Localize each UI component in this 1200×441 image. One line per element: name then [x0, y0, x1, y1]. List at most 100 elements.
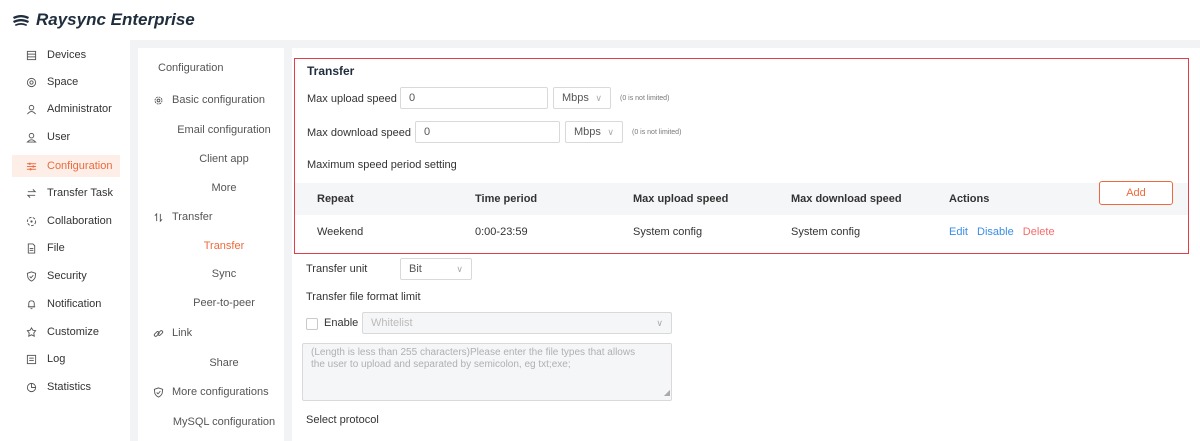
- max-upload-label: Max upload speed: [307, 93, 397, 105]
- sidebar-item-label: Collaboration: [47, 215, 112, 227]
- sidebar-item-notification[interactable]: Notification: [12, 293, 120, 315]
- select-value: Mbps: [574, 126, 601, 138]
- sidebar-item-label: Log: [47, 353, 66, 365]
- sidebar-item-label: Devices: [47, 49, 87, 61]
- max-download-hint: (0 is not limited): [632, 129, 682, 136]
- subnav-item-more[interactable]: More: [138, 177, 284, 199]
- cell-actions: Edit Disable Delete: [949, 226, 1055, 238]
- more-config-icon: [153, 386, 164, 398]
- customize-icon: [26, 326, 37, 337]
- sidebar-item-label: Customize: [47, 326, 99, 338]
- disable-link[interactable]: Disable: [977, 226, 1014, 238]
- subnav-header: Configuration: [158, 62, 224, 74]
- app-title: Raysync Enterprise: [36, 10, 195, 29]
- sidebar-item-collaboration[interactable]: Collaboration: [12, 210, 120, 232]
- subnav-group-link[interactable]: Link: [138, 322, 284, 344]
- sidebar-item-customize[interactable]: Customize: [12, 321, 120, 343]
- sidebar-item-log[interactable]: Log: [12, 348, 120, 370]
- administrator-icon: [27, 104, 36, 114]
- cell-time-period: 0:00-23:59: [475, 226, 528, 238]
- enable-checkbox[interactable]: [306, 318, 318, 330]
- enable-label[interactable]: Enable: [324, 317, 358, 329]
- delete-link[interactable]: Delete: [1023, 226, 1055, 238]
- sidebar-item-label: Administrator: [47, 103, 112, 115]
- chevron-down-icon: ∨: [656, 317, 663, 328]
- select-value: Bit: [409, 263, 422, 275]
- format-limit-label: Transfer file format limit: [306, 291, 421, 303]
- sidebar-item-file[interactable]: File: [12, 237, 120, 259]
- sidebar-item-statistics[interactable]: Statistics: [12, 376, 120, 398]
- transfer-unit-select[interactable]: Bit ∨: [400, 258, 472, 280]
- sidebar-item-devices[interactable]: Devices: [12, 44, 120, 66]
- sidebar-item-label: Configuration: [47, 160, 113, 172]
- subnav-item-sync[interactable]: Sync: [138, 263, 284, 285]
- sidebar-item-label: Space: [47, 76, 79, 88]
- subnav-group-more-configurations[interactable]: More configurations: [138, 381, 284, 403]
- cell-max-upload: System config: [633, 226, 703, 238]
- sidebar-item-label: Statistics: [47, 381, 92, 393]
- user-icon: [26, 132, 37, 143]
- subnav-item-email-configuration[interactable]: Email configuration: [138, 119, 284, 141]
- chevron-down-icon: ∨: [607, 126, 614, 137]
- transfer-unit-label: Transfer unit: [306, 263, 368, 275]
- pie-chart-icon: [26, 382, 37, 392]
- subnav-item-client-app[interactable]: Client app: [138, 148, 284, 170]
- add-period-button[interactable]: Add: [1099, 181, 1173, 205]
- log-icon: [26, 354, 37, 364]
- cell-repeat: Weekend: [317, 226, 364, 238]
- subnav-item-peer-to-peer[interactable]: Peer-to-peer: [138, 292, 284, 314]
- sidebar-item-space[interactable]: Space: [12, 71, 120, 93]
- bell-icon: [27, 299, 36, 309]
- collaboration-icon: [26, 216, 37, 226]
- format-list-select[interactable]: Whitelist ∨: [362, 312, 672, 334]
- max-upload-hint: (0 is not limited): [620, 95, 670, 102]
- section-title: Transfer: [307, 64, 355, 78]
- max-upload-unit-select[interactable]: Mbps ∨: [553, 87, 611, 109]
- sidebar-item-label: User: [47, 131, 71, 143]
- max-download-input[interactable]: 0: [415, 121, 560, 143]
- column-header: Max download speed: [791, 193, 902, 205]
- sidebar-item-label: File: [47, 242, 65, 254]
- gear-icon: [154, 96, 163, 104]
- sidebar-item-security[interactable]: Security: [12, 265, 120, 287]
- resize-handle-icon[interactable]: ◢: [664, 387, 670, 399]
- sidebar-item-user[interactable]: User: [12, 126, 120, 148]
- configuration-icon: [26, 162, 37, 170]
- sidebar-item-configuration[interactable]: Configuration: [12, 155, 120, 177]
- subnav-item-transfer[interactable]: Transfer: [138, 235, 284, 257]
- subnav-group-label: Basic configuration: [172, 94, 265, 106]
- chevron-down-icon: ∨: [595, 92, 602, 103]
- cell-max-download: System config: [791, 226, 861, 238]
- subnav-group-basic-configuration[interactable]: Basic configuration: [138, 89, 284, 111]
- subnav-item-mysql-configuration[interactable]: MySQL configuration: [138, 411, 284, 433]
- config-subnav: Configuration Basic configuration Email …: [138, 48, 284, 441]
- subnav-group-label: More configurations: [172, 386, 269, 398]
- app-logo[interactable]: Raysync Enterprise: [12, 10, 195, 30]
- column-header: Actions: [949, 193, 990, 205]
- devices-icon: [26, 50, 37, 60]
- sidebar-item-administrator[interactable]: Administrator: [12, 98, 120, 120]
- edit-link[interactable]: Edit: [949, 226, 968, 238]
- textarea-placeholder-line: the user to upload and separated by semi…: [311, 359, 571, 370]
- file-types-textarea[interactable]: (Length is less than 255 characters)Plea…: [302, 343, 672, 401]
- transfer-section: Transfer Max upload speed 0 Mbps ∨ (0 is…: [294, 58, 1189, 254]
- max-download-unit-select[interactable]: Mbps ∨: [565, 121, 623, 143]
- top-bar: Raysync Enterprise: [0, 0, 1200, 40]
- column-header: Repeat: [317, 193, 354, 205]
- sidebar-item-label: Transfer Task: [47, 187, 114, 199]
- max-upload-input[interactable]: 0: [400, 87, 548, 109]
- sidebar-item-label: Security: [47, 270, 87, 282]
- main-content: Transfer Max upload speed 0 Mbps ∨ (0 is…: [292, 48, 1200, 441]
- subnav-group-label: Link: [172, 327, 193, 339]
- subnav-group-label: Transfer: [172, 211, 213, 223]
- period-table-header: Repeat Time period Max upload speed Max …: [295, 183, 1188, 215]
- sidebar-item-label: Notification: [47, 298, 102, 310]
- subnav-item-share[interactable]: Share: [138, 352, 284, 374]
- column-header: Time period: [475, 193, 538, 205]
- shield-icon: [26, 270, 37, 282]
- file-icon: [27, 242, 36, 254]
- sidebar-item-transfer-task[interactable]: Transfer Task: [12, 182, 120, 204]
- select-value: Mbps: [562, 92, 589, 104]
- raysync-logo-icon: [13, 15, 29, 26]
- subnav-group-transfer[interactable]: Transfer: [138, 206, 284, 228]
